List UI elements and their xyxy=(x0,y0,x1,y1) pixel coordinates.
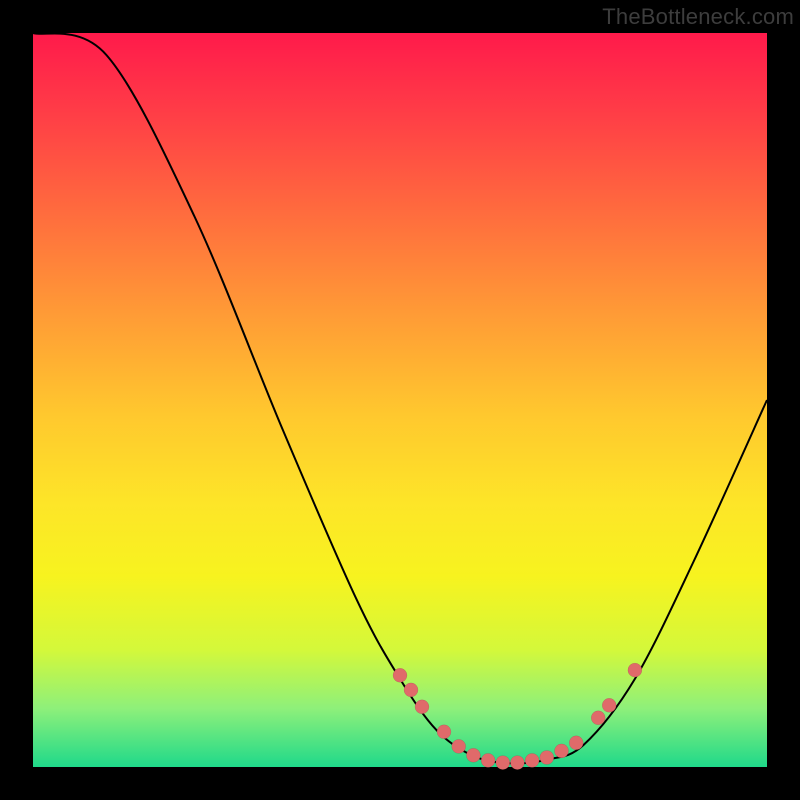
data-point xyxy=(393,668,407,682)
data-point xyxy=(525,753,539,767)
data-point xyxy=(452,739,466,753)
data-points-group xyxy=(393,663,642,770)
data-point xyxy=(437,725,451,739)
data-point xyxy=(591,711,605,725)
data-point xyxy=(466,748,480,762)
data-point xyxy=(569,736,583,750)
data-point xyxy=(510,756,524,770)
data-point xyxy=(540,751,554,765)
chart-stage: TheBottleneck.com xyxy=(0,0,800,800)
data-point xyxy=(555,744,569,758)
chart-overlay-svg xyxy=(0,0,800,800)
data-point xyxy=(628,663,642,677)
data-point xyxy=(602,698,616,712)
data-point xyxy=(496,756,510,770)
data-point xyxy=(415,700,429,714)
data-point xyxy=(481,753,495,767)
data-point xyxy=(404,683,418,697)
bottleneck-curve xyxy=(33,33,767,763)
